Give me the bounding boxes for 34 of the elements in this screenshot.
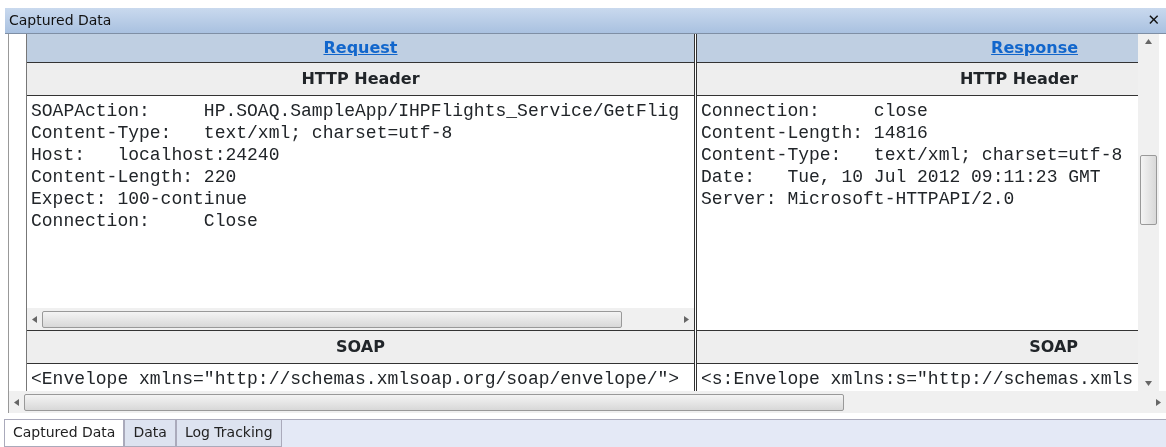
section-header: HTTP Header bbox=[27, 63, 694, 96]
scroll-left-icon[interactable] bbox=[31, 315, 38, 323]
scrollbar-thumb[interactable] bbox=[1140, 155, 1157, 225]
horizontal-scrollbar[interactable] bbox=[27, 308, 694, 330]
code-line: <Envelope xmlns="http://schemas.xmlsoap.org/soap/envelope/"> bbox=[31, 368, 680, 390]
scroll-up-icon[interactable] bbox=[1145, 38, 1152, 45]
code-line: Date: Tue, 10 Jul 2012 09:11:23 GMT bbox=[701, 166, 1101, 188]
section-header: SOAP bbox=[697, 331, 1138, 364]
close-button[interactable]: ✕ bbox=[1145, 9, 1162, 32]
code-line: Content-Type: text/xml; charset=utf-8 bbox=[31, 122, 453, 144]
code-line: <s:Envelope xmlns:s="http://schemas.xmls bbox=[701, 368, 1134, 390]
scrollbar-thumb[interactable] bbox=[24, 393, 844, 411]
scroll-down-icon[interactable] bbox=[1145, 380, 1152, 387]
code-line: Connection: close bbox=[701, 100, 928, 122]
section-header: SOAP bbox=[27, 331, 694, 364]
window-title: Captured Data bbox=[9, 11, 112, 30]
code-line: Expect: 100-continue bbox=[31, 188, 248, 210]
section-header: HTTP Header bbox=[697, 63, 1138, 96]
code-line: SOAPAction: HP.SOAQ.SampleApp/IHPFlights_Service/GetFlig bbox=[31, 100, 680, 122]
scroll-left-icon[interactable] bbox=[13, 398, 20, 406]
tab[interactable]: Log Tracking bbox=[175, 420, 282, 447]
scroll-right-icon[interactable] bbox=[683, 315, 690, 323]
tab[interactable]: Data bbox=[124, 420, 176, 447]
code-line: Server: Microsoft-HTTPAPI/2.0 bbox=[701, 188, 1015, 210]
code-line: Content-Length: 14816 bbox=[701, 122, 928, 144]
horizontal-scrollbar[interactable] bbox=[8, 391, 1166, 413]
scroll-right-icon[interactable] bbox=[1155, 398, 1162, 406]
code-line: Content-Length: 220 bbox=[31, 166, 237, 188]
code-line: Host: localhost:24240 bbox=[31, 144, 280, 166]
tab[interactable]: Captured Data bbox=[4, 420, 125, 447]
scrollbar-thumb[interactable] bbox=[42, 310, 622, 328]
code-line: Content-Type: text/xml; charset=utf-8 bbox=[701, 144, 1123, 166]
code-line: Connection: Close bbox=[31, 210, 258, 232]
vertical-scrollbar[interactable] bbox=[1138, 34, 1159, 391]
